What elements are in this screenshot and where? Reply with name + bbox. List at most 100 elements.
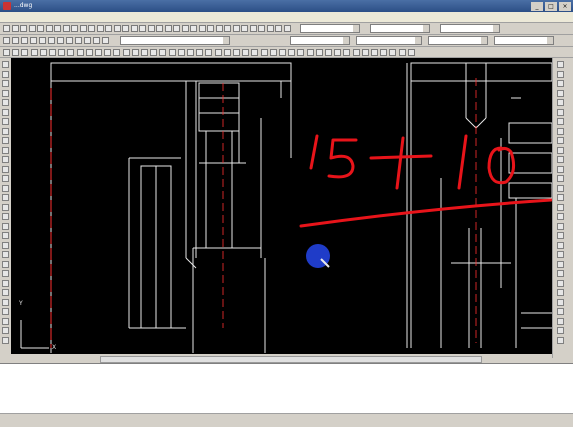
close-button[interactable]: × <box>559 2 571 11</box>
toolbar-button-icon[interactable] <box>21 37 28 44</box>
tool-icon[interactable] <box>557 232 564 239</box>
toolbar-button-icon[interactable] <box>232 25 240 32</box>
maximize-button[interactable]: □ <box>545 2 557 11</box>
tool-icon[interactable] <box>2 194 9 201</box>
tool-icon[interactable] <box>2 317 9 325</box>
toolbar-button-icon[interactable] <box>48 37 55 44</box>
tool-icon[interactable] <box>2 61 9 68</box>
tool-icon[interactable] <box>2 99 9 106</box>
tool-icon[interactable] <box>557 279 564 287</box>
toolbar-button-icon[interactable] <box>164 25 172 32</box>
toolbar-button-icon[interactable] <box>380 49 388 56</box>
toolbar-button-icon[interactable] <box>75 37 82 44</box>
toolbar-button-icon[interactable] <box>20 25 27 32</box>
toolbar-button-icon[interactable] <box>141 49 148 56</box>
toolbar-button-icon[interactable] <box>147 25 155 32</box>
toolbar-button-icon[interactable] <box>389 49 397 56</box>
toolbar-button-icon[interactable] <box>67 49 75 56</box>
tool-icon[interactable] <box>557 146 564 154</box>
toolbar-button-icon[interactable] <box>66 37 73 44</box>
toolbar-button-icon[interactable] <box>96 25 104 32</box>
tool-icon[interactable] <box>557 213 564 220</box>
toolbar-button-icon[interactable] <box>260 49 268 56</box>
tool-icon[interactable] <box>2 213 9 220</box>
tool-icon[interactable] <box>557 137 564 144</box>
toolbar-button-icon[interactable] <box>93 37 100 44</box>
toolbar-button-icon[interactable] <box>150 49 158 56</box>
toolbar-button-icon[interactable] <box>45 25 53 32</box>
tool-icon[interactable] <box>2 308 9 315</box>
tool-icon[interactable] <box>557 99 564 106</box>
toolbar-button-icon[interactable] <box>214 49 222 56</box>
tool-icon[interactable] <box>2 251 9 258</box>
horizontal-scrollbar[interactable] <box>100 356 482 363</box>
toolbar-button-icon[interactable] <box>3 49 10 56</box>
style-combo-3[interactable] <box>440 24 500 33</box>
toolbar-button-icon[interactable] <box>88 25 95 32</box>
tool-icon[interactable] <box>557 308 564 315</box>
toolbar-button-icon[interactable] <box>3 37 10 44</box>
tool-icon[interactable] <box>557 184 564 192</box>
tool-icon[interactable] <box>557 118 564 125</box>
toolbar-button-icon[interactable] <box>258 25 265 32</box>
toolbar-button-icon[interactable] <box>95 49 102 56</box>
toolbar-button-icon[interactable] <box>196 49 204 56</box>
toolbar-button-icon[interactable] <box>62 25 70 32</box>
toolbar-button-icon[interactable] <box>371 49 378 56</box>
toolbar-button-icon[interactable] <box>130 25 138 32</box>
toolbar-button-icon[interactable] <box>205 49 213 56</box>
toolbar-button-icon[interactable] <box>156 25 163 32</box>
tool-icon[interactable] <box>2 127 9 135</box>
tool-icon[interactable] <box>2 241 9 249</box>
tool-icon[interactable] <box>2 80 9 87</box>
tool-icon[interactable] <box>557 70 564 78</box>
tool-icon[interactable] <box>2 270 9 277</box>
tool-icon[interactable] <box>2 298 9 306</box>
toolbar-button-icon[interactable] <box>39 49 47 56</box>
toolbar-button-icon[interactable] <box>283 25 291 32</box>
tool-icon[interactable] <box>2 184 9 192</box>
tool-icon[interactable] <box>2 232 9 239</box>
toolbar-button-icon[interactable] <box>122 49 130 56</box>
tool-icon[interactable] <box>2 175 9 182</box>
tool-icon[interactable] <box>2 108 9 116</box>
toolbar-button-icon[interactable] <box>113 25 121 32</box>
tool-icon[interactable] <box>557 108 564 116</box>
tool-icon[interactable] <box>2 222 9 230</box>
tool-icon[interactable] <box>2 336 9 344</box>
toolbar-button-icon[interactable] <box>251 49 259 56</box>
toolbar-button-icon[interactable] <box>187 49 194 56</box>
toolbar-button-icon[interactable] <box>79 25 87 32</box>
toolbar-button-icon[interactable] <box>181 25 189 32</box>
tool-icon[interactable] <box>557 327 564 334</box>
tool-icon[interactable] <box>2 89 9 97</box>
toolbar-button-icon[interactable] <box>190 25 197 32</box>
toolbar-button-icon[interactable] <box>71 25 78 32</box>
tool-icon[interactable] <box>557 194 564 201</box>
toolbar-button-icon[interactable] <box>233 49 240 56</box>
toolbar-button-icon[interactable] <box>139 25 146 32</box>
tool-icon[interactable] <box>2 279 9 287</box>
toolbar-button-icon[interactable] <box>58 49 66 56</box>
toolbar-button-icon[interactable] <box>30 37 37 44</box>
toolbar-button-icon[interactable] <box>28 25 36 32</box>
tool-icon[interactable] <box>2 165 9 173</box>
toolbar-button-icon[interactable] <box>105 25 112 32</box>
toolbar-button-icon[interactable] <box>275 25 282 32</box>
toolbar-button-icon[interactable] <box>215 25 223 32</box>
toolbar-button-icon[interactable] <box>57 37 64 44</box>
tool-icon[interactable] <box>557 289 564 296</box>
toolbar-button-icon[interactable] <box>84 37 91 44</box>
style-combo-2[interactable] <box>370 24 430 33</box>
tool-icon[interactable] <box>2 260 9 268</box>
toolbar-button-icon[interactable] <box>76 49 84 56</box>
toolbar-button-icon[interactable] <box>49 49 56 56</box>
toolbar-button-icon[interactable] <box>37 25 44 32</box>
style-combo-1[interactable] <box>300 24 360 33</box>
toolbar-button-icon[interactable] <box>242 49 250 56</box>
color-combo[interactable] <box>290 36 350 45</box>
tool-icon[interactable] <box>557 251 564 258</box>
toolbar-button-icon[interactable] <box>131 49 139 56</box>
minimize-button[interactable]: _ <box>531 2 543 11</box>
toolbar-button-icon[interactable] <box>173 25 180 32</box>
